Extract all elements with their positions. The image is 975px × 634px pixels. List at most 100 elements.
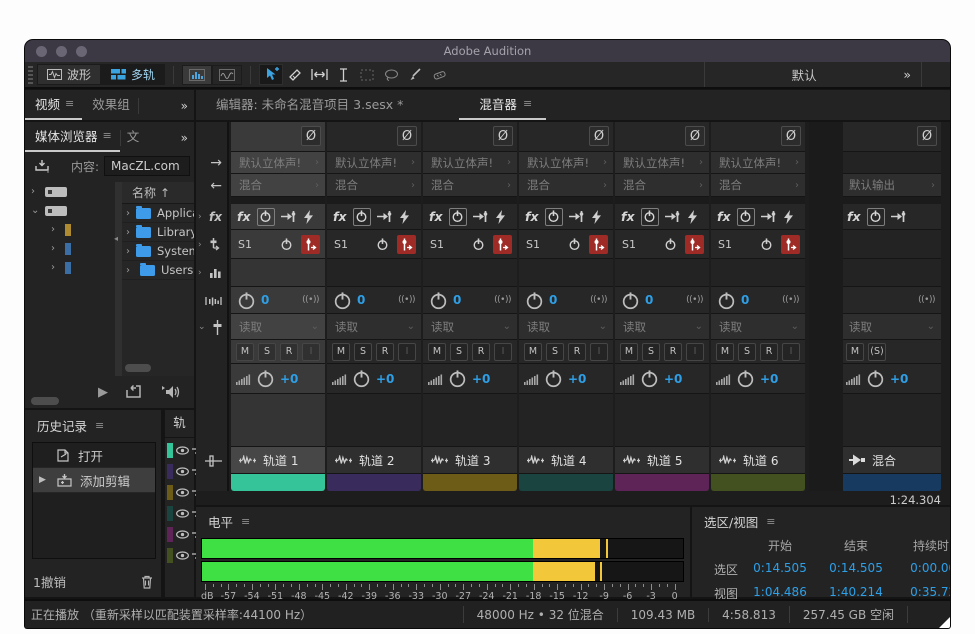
button-r[interactable]: R	[472, 343, 490, 361]
volume-knob[interactable]	[352, 369, 371, 388]
panel-menu-icon[interactable]: ≡	[95, 419, 104, 432]
send-power-button[interactable]	[760, 238, 773, 251]
fx-power-button[interactable]	[737, 208, 755, 226]
freeze-icon[interactable]	[495, 210, 506, 224]
output-select[interactable]: 混合›	[231, 174, 325, 197]
automation-mode-select[interactable]: 读取⌄	[423, 314, 517, 340]
track-name-row[interactable]: 轨道 3	[423, 447, 517, 474]
track-sliver-row[interactable]	[167, 463, 194, 480]
tab-media-browser[interactable]: 媒体浏览器 ≡	[25, 126, 120, 152]
tracks-panel-title[interactable]: 轨	[165, 410, 194, 438]
phase-invert-button[interactable]: Ø	[493, 126, 513, 146]
phase-invert-button[interactable]: Ø	[301, 126, 321, 146]
auto-play-icon[interactable]	[126, 385, 143, 399]
automation-mode-select[interactable]: 读取⌄	[711, 314, 805, 340]
send-power-button[interactable]	[568, 238, 581, 251]
multitrack-view-button[interactable]: 多轨	[101, 64, 165, 85]
tab-editor[interactable]: 编辑器: 未命名混音项目 3.sesx *	[196, 94, 417, 120]
button-i[interactable]: I	[782, 343, 800, 361]
button-s[interactable]: S	[642, 343, 660, 361]
send-power-button[interactable]	[376, 238, 389, 251]
time-selection-tool[interactable]	[307, 64, 331, 85]
sv-time-value[interactable]: 0:14.505	[818, 561, 894, 578]
drive-child-row[interactable]: ›	[25, 239, 115, 258]
toolbar-grip[interactable]	[28, 66, 33, 84]
pan-knob[interactable]	[621, 291, 640, 310]
folder-row[interactable]: ›System	[122, 242, 194, 261]
expand-chevron-icon[interactable]: ›	[126, 246, 130, 257]
input-select[interactable]: 默认立体声!›	[231, 152, 325, 174]
send-power-button[interactable]	[664, 238, 677, 251]
spectral-pitch-toggle[interactable]	[212, 65, 242, 85]
content-dropdown[interactable]: MacZL.com	[104, 156, 190, 176]
output-select[interactable]: 混合›	[711, 174, 805, 197]
automation-mode-select[interactable]: 读取⌄	[519, 314, 613, 340]
automation-mode-select[interactable]: 读取⌄	[231, 314, 325, 340]
workspace-switcher[interactable]: 默认 »	[704, 62, 922, 87]
button-s[interactable]: (S)	[868, 343, 886, 361]
button-i[interactable]: I	[494, 343, 512, 361]
play-icon[interactable]: ▶	[98, 385, 108, 400]
output-arrow-icon[interactable]: ←	[196, 174, 227, 197]
expand-chevron-icon[interactable]: ›	[126, 227, 130, 238]
fx-power-button[interactable]	[353, 208, 371, 226]
drive-child-row[interactable]: ›	[25, 258, 115, 277]
panel-menu-icon[interactable]: ≡	[766, 515, 775, 528]
button-i[interactable]: I	[398, 343, 416, 361]
phase-invert-button[interactable]: Ø	[781, 126, 801, 146]
track-sliver-row[interactable]	[167, 484, 194, 501]
volume-knob[interactable]	[448, 369, 467, 388]
tab-video[interactable]: 视频 ≡	[25, 94, 82, 120]
pan-knob[interactable]	[429, 291, 448, 310]
pre-fader-icon[interactable]	[761, 210, 777, 223]
track-name-row[interactable]: 轨道 4	[519, 447, 613, 474]
move-tool[interactable]	[259, 64, 283, 85]
expand-chevron-icon[interactable]: ›	[126, 208, 130, 219]
marquee-selection-tool[interactable]	[355, 64, 379, 85]
track-visibility-eye-icon[interactable]	[176, 467, 189, 476]
freeze-icon[interactable]	[591, 210, 602, 224]
input-select[interactable]: 默认立体声!›	[519, 152, 613, 174]
tab-mixer[interactable]: 混音器 ≡	[459, 94, 546, 120]
button-m[interactable]: M	[524, 343, 542, 361]
folder-row[interactable]: ›Applications	[122, 204, 194, 223]
panel-menu-icon[interactable]: ≡	[65, 97, 74, 110]
send-fader-button[interactable]	[397, 235, 416, 254]
send-power-button[interactable]	[472, 238, 485, 251]
send-fader-button[interactable]	[589, 235, 608, 254]
input-select[interactable]: 默认立体声!›	[615, 152, 709, 174]
track-sliver-row[interactable]	[167, 442, 194, 459]
button-r[interactable]: R	[568, 343, 586, 361]
send-fader-button[interactable]	[781, 235, 800, 254]
button-r[interactable]: R	[376, 343, 394, 361]
preview-volume-icon[interactable]	[161, 385, 180, 399]
automation-mode-select[interactable]: 读取⌄	[841, 314, 941, 340]
phase-invert-button[interactable]: Ø	[685, 126, 705, 146]
automation-mode-select[interactable]: 读取⌄	[615, 314, 709, 340]
track-name-row[interactable]: 轨道 1	[231, 447, 325, 474]
volume-knob[interactable]	[544, 369, 563, 388]
tab-effects-rack[interactable]: 效果组	[82, 94, 138, 120]
track-controls-icon[interactable]	[196, 447, 227, 474]
waveform-view-button[interactable]: 波形	[37, 64, 101, 85]
send-fader-button[interactable]	[301, 235, 320, 254]
button-m[interactable]: M	[716, 343, 734, 361]
volume-knob[interactable]	[866, 369, 885, 388]
pane-divider[interactable]	[115, 182, 122, 408]
volume-knob[interactable]	[640, 369, 659, 388]
track-name-row[interactable]: 混合	[841, 447, 941, 474]
spectral-frequency-toggle[interactable]	[182, 65, 212, 85]
workspace-more[interactable]: »	[903, 67, 921, 82]
folder-row[interactable]: ›Library	[122, 223, 194, 242]
tab-overflow-icon[interactable]: »	[181, 131, 194, 152]
pre-fader-icon[interactable]	[569, 210, 585, 223]
button-s[interactable]: S	[546, 343, 564, 361]
freeze-icon[interactable]	[687, 210, 698, 224]
pre-fader-icon[interactable]	[665, 210, 681, 223]
button-m[interactable]: M	[332, 343, 350, 361]
sv-time-value[interactable]: 0:00.000	[894, 561, 950, 578]
fx-power-button[interactable]	[545, 208, 563, 226]
track-name-row[interactable]: 轨道 6	[711, 447, 805, 474]
history-item[interactable]: ▶添加剪辑	[33, 468, 155, 493]
track-name-row[interactable]: 轨道 2	[327, 447, 421, 474]
